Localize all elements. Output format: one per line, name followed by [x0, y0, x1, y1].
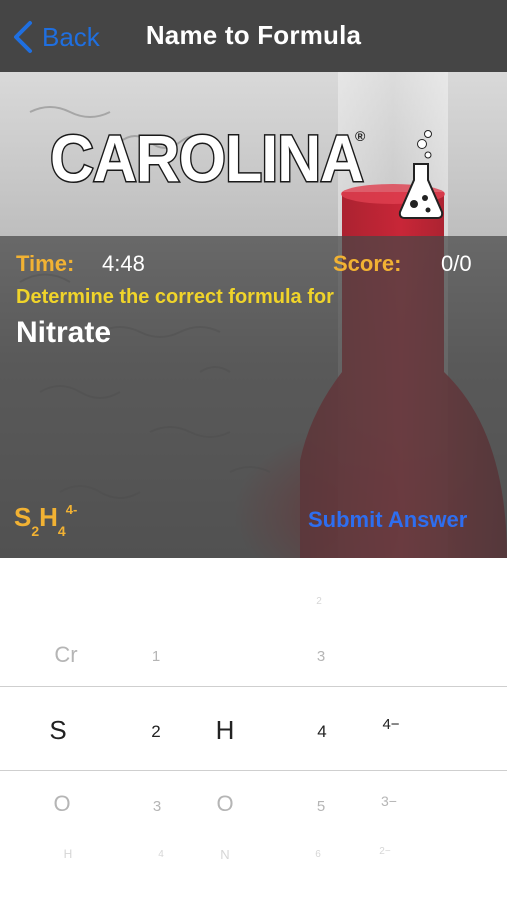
- brand-logo: CAROLINA ®: [0, 72, 507, 234]
- picker-charge-far-below[interactable]: 2−: [379, 846, 390, 857]
- picker-charge-below[interactable]: 3−: [381, 793, 397, 809]
- picker-element2-selected[interactable]: H: [216, 715, 235, 746]
- compound-name: Nitrate: [16, 316, 112, 349]
- time-label: Time:: [16, 251, 75, 276]
- answer-formula-preview: S2H4 4-: [14, 502, 77, 542]
- flask-icon: [398, 130, 444, 219]
- score-value: 0/0: [441, 251, 472, 276]
- picker-charge-selected[interactable]: 4−: [382, 716, 399, 733]
- submit-answer-button[interactable]: Submit Answer: [308, 507, 467, 533]
- preview-charge: 4-: [65, 502, 78, 517]
- picker-element1-above[interactable]: Cr: [54, 642, 77, 668]
- hero-banner: CAROLINA ®: [0, 72, 507, 558]
- formula-picker[interactable]: Cr S O H 1 2 3 4 H O N 2 3 4 5 6 4− 3− 2…: [0, 558, 507, 900]
- question-prompt: Determine the correct formula for: [16, 286, 334, 308]
- picker-subscript2-selected[interactable]: 4: [317, 722, 326, 742]
- preview-subscript-1: 2: [31, 523, 40, 539]
- preview-subscript-2: 4: [57, 523, 66, 539]
- picker-subscript2-far-above[interactable]: 2: [316, 596, 322, 607]
- picker-element1-far-below[interactable]: H: [64, 847, 73, 861]
- preview-element-2: H: [39, 502, 58, 532]
- picker-element2-far-below[interactable]: N: [220, 847, 229, 862]
- logo-text: CAROLINA: [49, 120, 366, 197]
- picker-subscript2-far-below[interactable]: 6: [315, 849, 321, 860]
- picker-subscript2-above[interactable]: 3: [317, 648, 325, 665]
- picker-selection-top-line: [0, 686, 507, 687]
- picker-element1-selected[interactable]: S: [49, 715, 66, 746]
- picker-subscript1-far-below[interactable]: 4: [158, 849, 164, 860]
- picker-subscript2-below[interactable]: 5: [317, 798, 325, 815]
- picker-subscript1-selected[interactable]: 2: [151, 722, 160, 742]
- registered-mark: ®: [355, 128, 366, 144]
- time-value: 4:48: [102, 251, 145, 276]
- picker-element2-below[interactable]: O: [216, 791, 233, 817]
- navigation-bar: Back Name to Formula: [0, 0, 507, 72]
- picker-subscript1-below[interactable]: 3: [153, 798, 161, 815]
- score-label: Score:: [333, 251, 402, 276]
- page-title: Name to Formula: [145, 20, 362, 50]
- preview-element-1: S: [14, 502, 32, 532]
- picker-selection-bottom-line: [0, 770, 507, 771]
- picker-element1-below[interactable]: O: [53, 791, 70, 817]
- picker-subscript1-above[interactable]: 1: [152, 648, 160, 665]
